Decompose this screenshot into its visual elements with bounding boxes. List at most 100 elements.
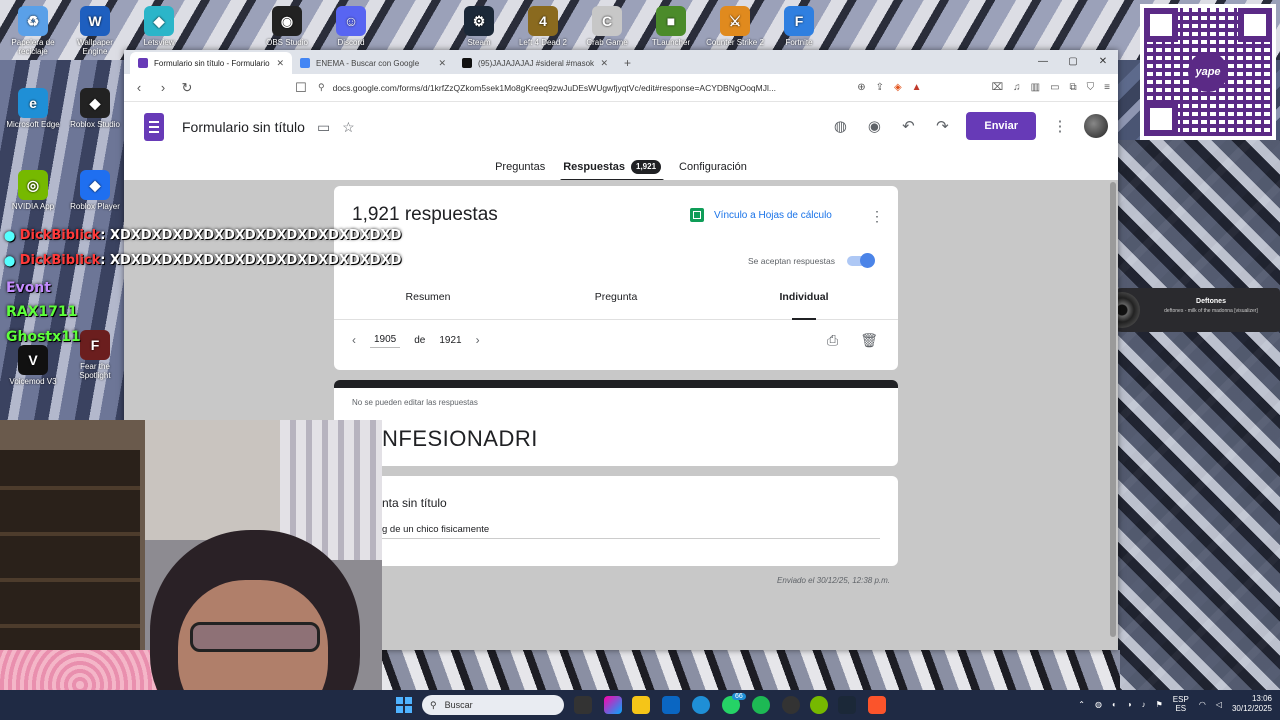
now-playing-subtitle: deftones - milk of the madonna [visualiz… xyxy=(1164,308,1258,314)
bookmark-icon[interactable]: ☐ xyxy=(294,80,308,96)
browser-tab[interactable]: Formulario sin título - Formulario ✕ xyxy=(130,52,292,74)
wallet-icon[interactable]: ▭ xyxy=(1050,82,1059,93)
form-title[interactable]: Formulario sin título xyxy=(182,119,305,135)
avatar[interactable] xyxy=(1084,114,1108,138)
store-icon[interactable] xyxy=(662,696,680,714)
delete-icon[interactable]: 🗑 xyxy=(860,332,878,349)
desktop-icon[interactable]: W Wallpaper Engine xyxy=(64,6,126,56)
next-response-icon[interactable]: › xyxy=(476,333,480,347)
app-icon: ■ xyxy=(656,6,686,36)
windows-start-icon[interactable] xyxy=(396,697,412,713)
subtab-individual[interactable]: Individual xyxy=(710,286,898,320)
clock-date: 30/12/2025 xyxy=(1231,704,1272,713)
desktop-icon[interactable]: ◉ OBS Studio xyxy=(256,6,318,47)
tab-preguntas-label: Preguntas xyxy=(495,161,546,173)
close-tab-icon[interactable]: ✕ xyxy=(276,58,284,69)
spotify-icon[interactable] xyxy=(752,696,770,714)
desktop-icon[interactable]: V Voicemod V3 xyxy=(2,345,64,386)
folder-icon[interactable]: ▭ xyxy=(317,119,330,136)
task-view-icon[interactable] xyxy=(574,696,592,714)
clock-time: 13:06 xyxy=(1251,694,1272,703)
undo-icon[interactable]: ↶ xyxy=(898,117,918,135)
subtab-pregunta[interactable]: Pregunta xyxy=(522,286,710,319)
forward-icon[interactable]: › xyxy=(156,80,170,95)
nvidia-taskbar-icon[interactable] xyxy=(810,696,828,714)
desktop-icon[interactable]: e Microsoft Edge xyxy=(2,88,64,129)
browser-tab[interactable]: (95)JAJAJAJAJ #sideral #masoku #pa ✕ xyxy=(454,52,616,74)
brave-shield-icon[interactable]: ◈ xyxy=(894,82,902,93)
desktop-icon[interactable]: ◆ Roblox Studio xyxy=(64,88,126,129)
wifi-icon[interactable]: ◠ xyxy=(1199,700,1206,709)
taskbar-search[interactable]: ⚲ Buscar xyxy=(422,695,564,715)
desktop-icon[interactable]: 4 Left 4 Dead 2 xyxy=(512,6,574,47)
scrollbar[interactable] xyxy=(1110,182,1116,637)
palette-icon[interactable]: ◍ xyxy=(830,117,850,135)
close-window-icon[interactable]: ✕ xyxy=(1088,50,1118,74)
share-icon[interactable]: ⇪ xyxy=(876,82,884,93)
redo-icon[interactable]: ↷ xyxy=(932,117,952,135)
tray-app-icon[interactable]: ◍ xyxy=(1095,700,1102,709)
previous-response-icon[interactable]: ‹ xyxy=(352,333,356,347)
site-info-icon[interactable]: ⚲ xyxy=(318,82,325,93)
menu-icon[interactable]: ≡ xyxy=(1104,82,1110,93)
tray-app-icon[interactable]: ◐ xyxy=(1112,700,1117,709)
tab-preguntas[interactable]: Preguntas xyxy=(486,152,554,182)
star-icon[interactable]: ☆ xyxy=(342,119,355,136)
desktop-icon[interactable]: ◆ Roblox Player xyxy=(64,170,126,211)
preview-eye-icon[interactable]: ◉ xyxy=(864,117,884,135)
file-explorer-icon[interactable] xyxy=(632,696,650,714)
accepting-responses-toggle[interactable] xyxy=(846,253,875,268)
desktop-icon[interactable]: ⚙ Steam xyxy=(448,6,510,47)
close-tab-icon[interactable]: ✕ xyxy=(438,58,446,69)
edge-icon[interactable] xyxy=(692,696,710,714)
current-response-input[interactable]: 1905 xyxy=(370,332,401,348)
desktop-icon[interactable]: ◆ Letsview xyxy=(128,6,190,47)
minimize-icon[interactable]: — xyxy=(1028,50,1058,74)
back-icon[interactable]: ‹ xyxy=(132,80,146,95)
volume-icon[interactable]: ◁ xyxy=(1216,700,1222,709)
desktop-icon[interactable]: F Fortnite xyxy=(768,6,830,47)
new-tab-button[interactable]: + xyxy=(616,52,639,74)
steam-taskbar-icon[interactable] xyxy=(838,696,856,714)
rewards-icon[interactable]: ▲ xyxy=(912,82,922,93)
google-forms-icon[interactable] xyxy=(144,113,164,141)
language-indicator[interactable]: ESP ES xyxy=(1173,695,1189,713)
screenshot-icon[interactable]: ⌧ xyxy=(992,82,1004,93)
maximize-icon[interactable]: ▢ xyxy=(1058,50,1088,74)
desktop-icon[interactable]: ☺ Discord xyxy=(320,6,382,47)
desktop-icon[interactable]: C Crab Game xyxy=(576,6,638,47)
url-bar[interactable]: ⚲ docs.google.com/forms/d/1krfZzQZkom5se… xyxy=(318,82,847,93)
extensions-icon[interactable]: ⧉ xyxy=(1070,82,1077,93)
tray-app-icon[interactable]: ⚑ xyxy=(1156,700,1163,709)
reload-icon[interactable]: ↻ xyxy=(180,80,194,96)
copilot-icon[interactable] xyxy=(604,696,622,714)
tab-respuestas[interactable]: Respuestas 1,921 xyxy=(554,152,670,182)
music-icon[interactable]: ♫ xyxy=(1013,82,1021,93)
browser-tab[interactable]: ENEMA - Buscar con Google ✕ xyxy=(292,52,454,74)
responses-more-icon[interactable]: ⋮ xyxy=(870,208,884,225)
sidebar-icon[interactable]: ▥ xyxy=(1031,82,1040,93)
close-tab-icon[interactable]: ✕ xyxy=(600,58,608,69)
chevron-up-icon[interactable]: ⌃ xyxy=(1078,700,1085,709)
brave-taskbar-icon[interactable] xyxy=(868,696,886,714)
send-button[interactable]: Enviar xyxy=(966,112,1036,140)
tab-configuracion[interactable]: Configuración xyxy=(670,152,756,182)
app-icon: ◎ xyxy=(18,170,48,200)
more-options-icon[interactable]: ⋮ xyxy=(1050,117,1070,135)
desktop-icon[interactable]: ♻ Papelera de reciclaje xyxy=(2,6,64,56)
print-icon[interactable]: ⎙ xyxy=(827,332,838,349)
zoom-icon[interactable]: ⊕ xyxy=(857,82,865,93)
response-count-badge: 1,921 xyxy=(631,160,662,174)
clock[interactable]: 13:06 30/12/2025 xyxy=(1232,694,1272,714)
sheets-link[interactable]: Vínculo a Hojas de cálculo xyxy=(690,208,832,222)
vpn-icon[interactable]: ⛉ xyxy=(1087,82,1095,93)
system-tray: ⌃ ◍ ◐ ◑ ♪ ⚑ ESP ES ◠ ◁ 13:06 30/12/2025 xyxy=(1078,694,1272,714)
microphone-icon[interactable]: ♪ xyxy=(1142,700,1146,709)
tray-app-icon[interactable]: ◑ xyxy=(1127,700,1132,709)
desktop-icon[interactable]: ◎ NVIDIA App xyxy=(2,170,64,211)
total-responses: 1921 xyxy=(439,334,462,346)
desktop-icon[interactable]: ■ TLauncher xyxy=(640,6,702,47)
obs-taskbar-icon[interactable] xyxy=(782,696,800,714)
desktop-icon[interactable]: ⚔ Counter Strike 2 xyxy=(704,6,766,47)
subtab-resumen[interactable]: Resumen xyxy=(334,286,522,319)
